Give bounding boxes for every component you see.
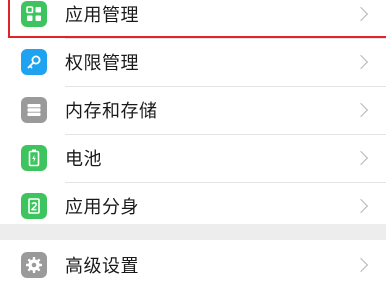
chevron-right-icon (353, 257, 369, 273)
menu-item-label: 高级设置 (65, 256, 139, 277)
menu-item-label: 权限管理 (65, 53, 139, 74)
storage-icon (21, 97, 47, 123)
menu-item-label: 电池 (65, 149, 102, 170)
menu-item-advanced-settings[interactable]: 高级设置 (0, 241, 386, 289)
menu-item-app-clone[interactable]: 应用分身 (0, 182, 386, 230)
menu-item-battery[interactable]: 电池 (0, 134, 386, 182)
app-clone-icon (21, 193, 47, 219)
settings-group: 应用管理 权限管理 内存和存储 电池 应用分身 (0, 0, 386, 224)
chevron-right-icon (353, 54, 369, 70)
menu-item-permission-management[interactable]: 权限管理 (0, 38, 386, 86)
chevron-right-icon (353, 102, 369, 118)
battery-icon (21, 145, 47, 171)
settings-group-advanced: 高级设置 (0, 240, 386, 289)
menu-item-label: 应用分身 (65, 197, 139, 218)
gear-icon (21, 252, 47, 278)
menu-item-memory-storage[interactable]: 内存和存储 (0, 86, 386, 134)
chevron-right-icon (353, 150, 369, 166)
menu-item-label: 内存和存储 (65, 101, 158, 122)
key-icon (21, 49, 47, 75)
chevron-right-icon (353, 198, 369, 214)
selection-highlight (8, 0, 386, 38)
